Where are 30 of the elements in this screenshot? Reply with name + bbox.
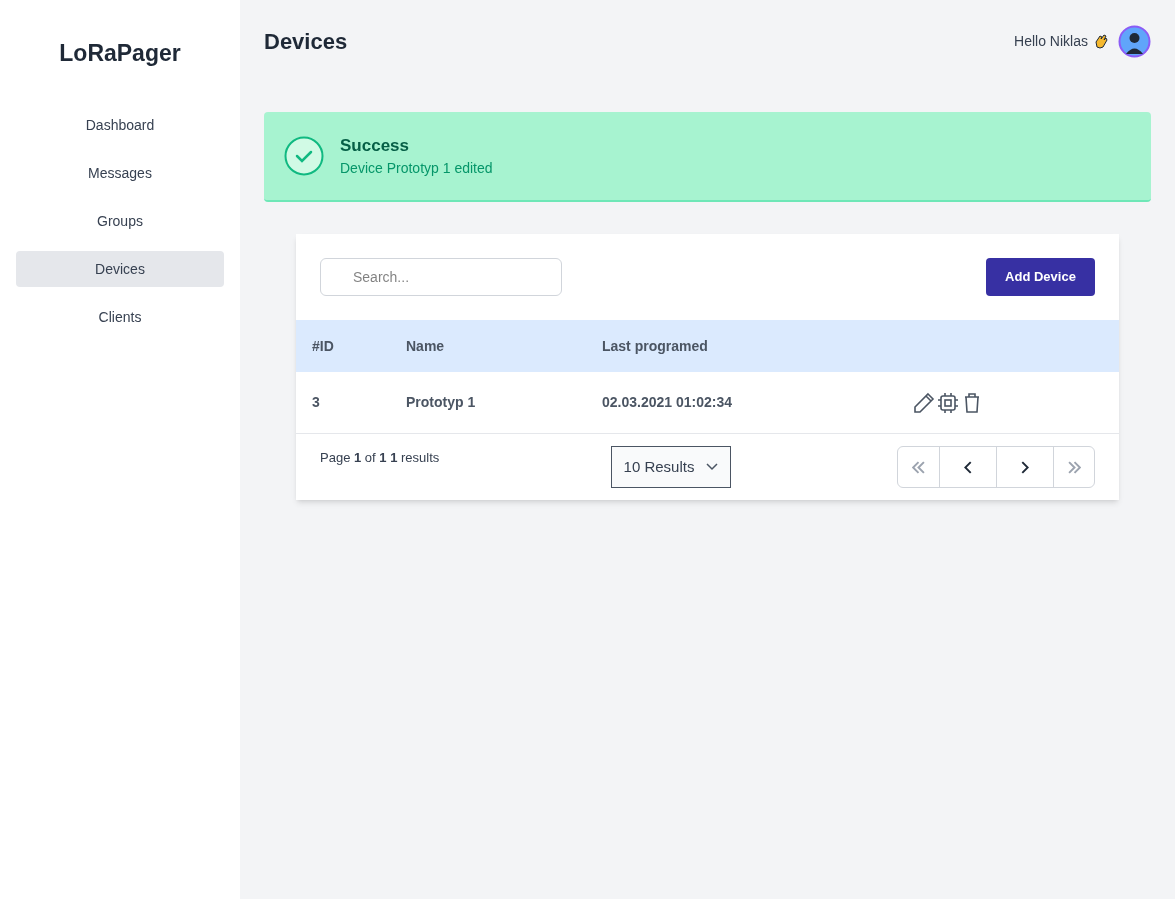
sidebar-item[interactable]: Groups [16,202,224,239]
user-avatar[interactable] [1118,24,1151,58]
greeting-text: Hello Niklas [1014,31,1088,51]
page-size-select[interactable]: 10 Results [610,446,732,488]
alert-title: Success [340,134,410,157]
table-cell-text: 02.03.2021 01:02:34 [602,393,733,412]
check-circle-icon [284,136,324,176]
double-chevron-left-icon [912,460,925,474]
column-header: #ID [311,336,335,356]
chevron-down-icon [706,463,719,471]
app-logo: LoRaPager [59,39,181,68]
chevron-right-icon [1021,460,1029,474]
page-title: Devices [264,27,348,56]
alert-message: Device Prototyp 1 edited [340,159,493,179]
chevron-left-icon [964,460,972,474]
pencil-icon[interactable] [912,390,936,415]
sidebar-item[interactable]: Messages [16,154,224,191]
table-cell-text: Prototyp 1 [406,393,477,412]
page-info-text: Page 1 of 1 1 results [320,449,441,467]
sidebar-item[interactable]: Clients [16,298,224,335]
search-field[interactable]: Search... [320,258,562,296]
column-header: Last programed [602,336,709,356]
sidebar-item[interactable]: Dashboard [16,106,224,143]
clapping-hand-icon [1092,32,1110,50]
table-cell-text: 3 [311,393,321,412]
double-chevron-right-icon [1067,460,1081,474]
sidebar-item[interactable]: Devices [16,250,224,287]
add-device-button[interactable]: Add Device [986,258,1095,296]
chip-icon[interactable] [936,390,960,415]
column-header: Name [406,336,446,356]
